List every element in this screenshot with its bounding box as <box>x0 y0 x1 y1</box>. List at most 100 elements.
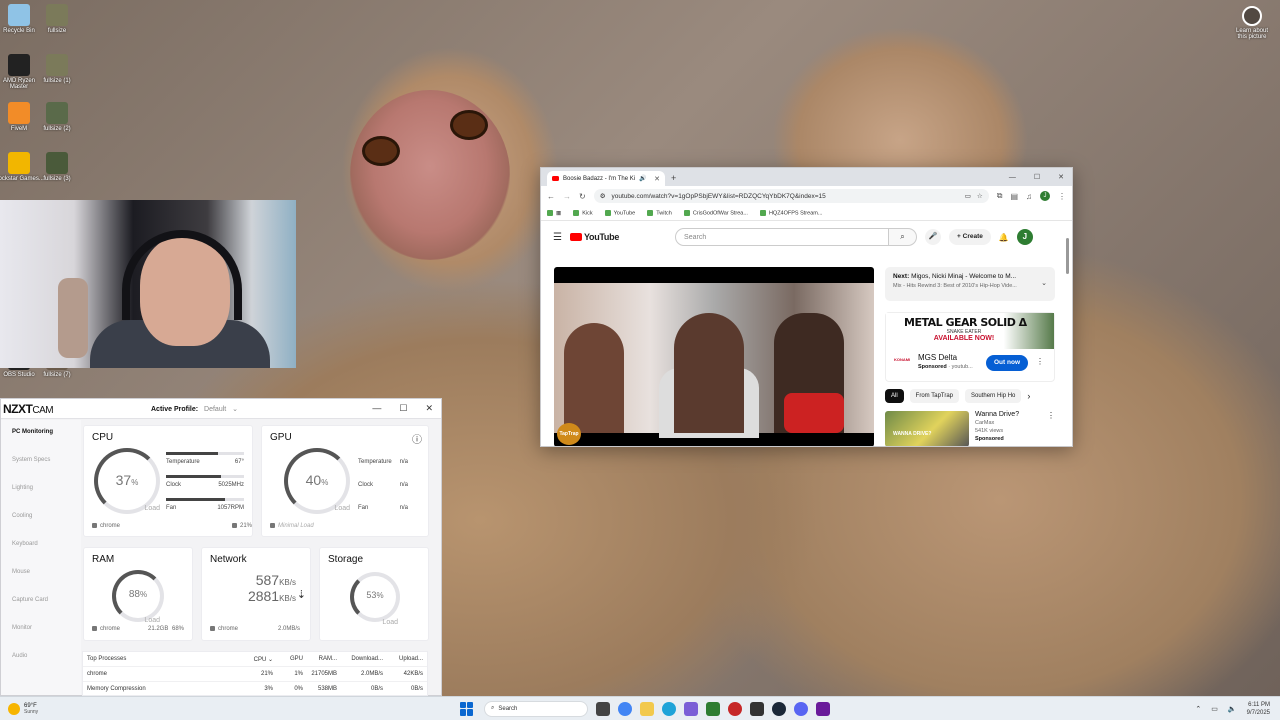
new-tab-button[interactable]: + <box>671 171 676 186</box>
nzxt-sidebar-item[interactable]: Keyboard <box>1 532 81 560</box>
table-header-cell[interactable]: GPU <box>273 656 303 662</box>
desktop-icon[interactable]: fullsize (3) <box>32 152 82 182</box>
table-header-cell[interactable]: CPU ⌄ <box>237 656 273 663</box>
next-up-panel[interactable]: Next: Migos, Nicki Minaj - Welcome to M.… <box>885 267 1055 301</box>
create-button[interactable]: + Create <box>949 229 991 245</box>
nzxt-sidebar-item[interactable]: Mouse <box>1 560 81 588</box>
nzxt-sidebar-item[interactable]: Audio <box>1 644 81 672</box>
nzxt-sidebar-item[interactable]: Cooling <box>1 504 81 532</box>
recommended-video[interactable]: WANNA DRIVE? Wanna Drive? CarMax 541K vi… <box>885 411 1055 446</box>
back-icon[interactable]: ← <box>547 192 555 201</box>
table-row[interactable]: Memory Compression 3% 0% 538MB 0B/s 0B/s <box>83 682 427 697</box>
tab-close-button[interactable]: ✕ <box>654 175 660 183</box>
xbox-icon[interactable] <box>706 701 720 716</box>
store-icon[interactable] <box>684 701 698 716</box>
site-info-icon[interactable]: ⚙ <box>600 192 606 200</box>
nzxt-cam-icon[interactable] <box>816 701 830 716</box>
desktop-icon[interactable]: fullsize (1) <box>32 54 82 84</box>
youtube-search-input[interactable]: Search <box>675 228 890 246</box>
minimize-button[interactable]: — <box>1009 174 1016 181</box>
close-button[interactable]: ✕ <box>425 403 433 414</box>
bookmark-item[interactable]: Twitch <box>647 210 672 216</box>
steam-icon[interactable] <box>772 701 786 716</box>
bookmark-item[interactable]: YouTube <box>605 210 636 216</box>
forward-icon[interactable]: → <box>563 192 571 201</box>
address-bar[interactable]: ⚙ youtube.com/watch?v=1gOpPSbjEWY&list=R… <box>593 189 989 203</box>
apps-grid-icon[interactable]: ▦ <box>547 210 561 216</box>
hamburger-menu-icon[interactable]: ☰ <box>553 232 562 243</box>
maximize-button[interactable]: ☐ <box>1034 173 1040 181</box>
gpu-card[interactable]: GPU ⓘ 40% Load Temperature n/a Clock n/a F… <box>261 425 429 537</box>
table-header-cell[interactable]: RAM... <box>303 656 337 662</box>
filter-chip[interactable]: All <box>885 389 904 403</box>
profile-avatar[interactable]: J <box>1040 191 1050 201</box>
chrome-icon[interactable] <box>618 701 632 716</box>
clock[interactable]: 6:11 PM 9/7/2025 <box>1247 701 1270 717</box>
nzxt-sidebar-item[interactable]: Lighting <box>1 476 81 504</box>
bookmark-item[interactable]: Kick <box>573 210 592 216</box>
cast-icon[interactable]: ▭ <box>965 192 971 200</box>
gpu-temperature: Temperature n/a <box>358 459 408 465</box>
video-player[interactable]: TapTrap <box>554 267 874 446</box>
table-header-cell[interactable]: Upload... <box>383 656 423 662</box>
cpu-card[interactable]: CPU 37% Load Temperature 67° Clock 5025MHz… <box>83 425 253 537</box>
tab-youtube[interactable]: Boosie Badazz - I'm The Ki 🔊 ✕ <box>547 171 665 186</box>
nzxt-sidebar-item[interactable]: Capture Card <box>1 588 81 616</box>
bookmark-star-icon[interactable]: ☆ <box>977 192 983 200</box>
page-scrollbar[interactable] <box>1066 228 1071 443</box>
table-header-cell[interactable]: Download... <box>337 656 383 662</box>
ram-card[interactable]: RAM 88% Load chrome 21.2GB 68% <box>83 547 193 641</box>
bookmark-item[interactable]: CrisGodOfWar Strea... <box>684 210 748 216</box>
windows-start-icon[interactable] <box>460 701 474 716</box>
filter-chip[interactable]: Southern Hip Ho <box>965 389 1022 403</box>
minimize-button[interactable]: — <box>372 403 381 414</box>
discord-icon[interactable] <box>794 701 808 716</box>
more-options-icon[interactable]: ⋮ <box>1036 357 1044 366</box>
sidepanel-icon[interactable]: ▤ <box>1010 192 1018 201</box>
table-header-cell[interactable]: Top Processes <box>87 656 237 662</box>
extensions-icon[interactable]: ⧉ <box>997 191 1003 201</box>
sponsored-ad[interactable]: METAL GEAR SOLID Δ SNAKE EATER AVAILABLE… <box>885 312 1055 382</box>
search-icon[interactable]: ⌕ <box>889 228 918 246</box>
nzxt-sidebar-item[interactable]: System Specs <box>1 448 81 476</box>
out-now-button[interactable]: Out now <box>986 355 1028 371</box>
task-view-icon[interactable] <box>596 701 610 716</box>
youtube-avatar[interactable]: J <box>1016 229 1033 245</box>
active-profile-selector[interactable]: Active Profile: Default ⌄ <box>151 405 238 413</box>
more-menu-icon[interactable]: ⋮ <box>1058 192 1066 201</box>
info-icon[interactable]: ⓘ <box>412 431 422 446</box>
app-icon-red[interactable] <box>728 701 742 716</box>
nzxt-sidebar-item[interactable]: Monitor <box>1 616 81 644</box>
network-icon[interactable]: ▭ <box>1211 705 1218 713</box>
speaker-icon[interactable]: 🔊 <box>639 175 646 182</box>
network-card[interactable]: Network 587KB/s 2881KB/s ⇣ chrome 2.0MB/… <box>201 547 311 641</box>
volume-icon[interactable]: 🔈 <box>1228 705 1237 713</box>
maximize-button[interactable]: ☐ <box>399 403 407 414</box>
desktop-icon[interactable]: fullsize <box>32 4 82 34</box>
scrollbar-thumb[interactable] <box>1066 238 1069 274</box>
notifications-bell-icon[interactable]: 🔔 <box>999 233 1009 242</box>
chevron-up-icon[interactable]: ⌃ <box>1195 705 1201 713</box>
close-button[interactable]: ✕ <box>1058 173 1064 181</box>
edge-icon[interactable] <box>662 701 676 716</box>
bookmark-item[interactable]: HQZ4OFPS Stream... <box>760 210 822 216</box>
storage-card[interactable]: Storage 53% Load <box>319 547 429 641</box>
table-row[interactable]: chrome 21% 1% 21705MB 2.0MB/s 42KB/s <box>83 667 427 682</box>
learn-about-picture[interactable]: Learn about this picture <box>1232 6 1272 40</box>
filter-chip[interactable]: From TapTrap <box>909 389 960 403</box>
rec-thumbnail[interactable]: WANNA DRIVE? <box>885 411 969 446</box>
file-explorer-icon[interactable] <box>640 701 654 716</box>
taskbar-search[interactable]: ⌕ Search <box>484 700 588 717</box>
chevron-down-icon[interactable]: ⌄ <box>1041 279 1047 287</box>
desktop-icon[interactable]: fullsize (2) <box>32 102 82 132</box>
media-icon[interactable]: ♫ <box>1026 192 1032 201</box>
chevron-right-icon[interactable]: › <box>1027 391 1030 401</box>
more-options-icon[interactable]: ⋮ <box>1047 411 1055 446</box>
youtube-logo[interactable]: YouTube <box>570 232 619 242</box>
cpu-load-value: 37 <box>115 471 132 488</box>
epic-games-icon[interactable] <box>750 701 764 716</box>
weather-widget[interactable]: 69°F Sunny <box>0 702 460 715</box>
reload-icon[interactable]: ↻ <box>579 192 586 201</box>
microphone-icon[interactable]: 🎤 <box>925 229 942 245</box>
nzxt-sidebar-item[interactable]: PC Monitoring <box>1 420 81 448</box>
